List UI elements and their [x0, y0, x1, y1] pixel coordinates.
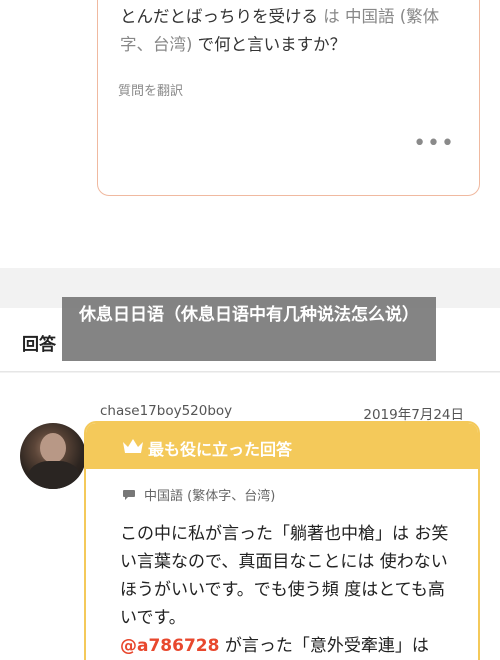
- answer-body-part1: この中に私が言った「躺著也中槍」は お笑い言葉なので、真面目なことには 使わない…: [120, 524, 449, 628]
- answer-body-part2: が言った「意外受牽連」は: [219, 636, 429, 656]
- question-bubble: とんだとばっちりを受ける は 中国語 (繁体字、台湾) で何と言いますか？ 質問…: [97, 0, 480, 196]
- best-answer-label: 最も役に立った回答: [148, 440, 293, 459]
- question-suffix: で何と言いますか？: [192, 35, 347, 54]
- answers-title: 回答: [22, 335, 56, 355]
- user-mention-link[interactable]: @a786728: [120, 636, 219, 656]
- best-answer-banner: 最も役に立った回答: [86, 423, 478, 469]
- more-dots-icon[interactable]: •••: [413, 133, 455, 155]
- question-card: とんだとばっちりを受ける は 中国語 (繁体字、台湾) で何と言いますか？ 質問…: [0, 0, 500, 268]
- question-text: とんだとばっちりを受ける は 中国語 (繁体字、台湾) で何と言いますか？: [120, 3, 459, 59]
- answer-language-row: 中国語 (繁体字、台湾): [122, 485, 275, 504]
- answer-username[interactable]: chase17boy520boy: [100, 403, 232, 419]
- avatar[interactable]: [20, 423, 86, 489]
- answer-item: chase17boy520boy 2019年7月24日 最も役に立った回答 中国…: [0, 373, 500, 660]
- question-connector: は: [318, 7, 345, 26]
- answer-body: この中に私が言った「躺著也中槍」は お笑い言葉なので、真面目なことには 使わない…: [120, 520, 460, 660]
- translate-question-link[interactable]: 質問を翻訳: [118, 80, 183, 99]
- speech-bubble-icon: [123, 489, 135, 500]
- overlay-title-banner: 休息日日语（休息日语中有几种说法怎么说）: [62, 297, 436, 361]
- answer-date: 2019年7月24日: [363, 407, 464, 423]
- answer-language: 中国語 (繁体字、台湾): [144, 489, 276, 504]
- question-phrase: とんだとばっちりを受ける: [120, 7, 318, 26]
- crown-icon: [123, 439, 143, 453]
- answer-card: 最も役に立った回答 中国語 (繁体字、台湾) この中に私が言った「躺著也中槍」は…: [84, 421, 480, 660]
